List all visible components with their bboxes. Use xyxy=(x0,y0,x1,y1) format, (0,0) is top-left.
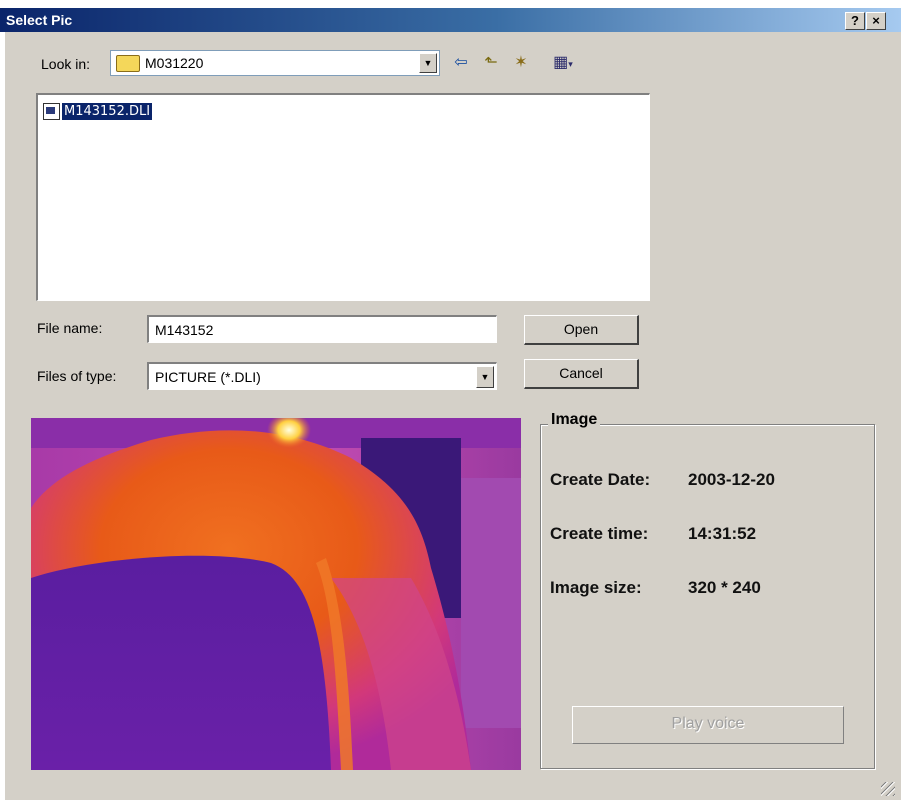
dli-file-icon xyxy=(43,102,60,120)
list-item[interactable]: M143152.DLI xyxy=(43,101,153,121)
file-type-value: PICTURE (*.DLI) xyxy=(155,369,261,385)
image-group-title: Image xyxy=(548,411,601,429)
file-name-label-text: File name: xyxy=(37,320,103,336)
look-in-label: Look in: xyxy=(41,56,91,72)
file-type-select[interactable]: PICTURE (*.DLI) ▼ xyxy=(147,362,497,390)
close-button[interactable]: × xyxy=(866,12,886,30)
open-button[interactable]: Open xyxy=(524,315,639,345)
file-name-value: M143152 xyxy=(155,322,214,338)
view-menu-glyph: ▦ xyxy=(553,54,569,71)
create-time-value: 14:31:52 xyxy=(688,524,757,543)
back-icon[interactable]: ⇦ xyxy=(449,52,473,74)
look-in-value: M031220 xyxy=(145,55,204,71)
file-name-label: M143152.DLI xyxy=(62,102,153,120)
create-time-label: Create time: xyxy=(550,524,649,543)
files-of-type-label: Files of type: xyxy=(37,368,117,384)
cancel-button[interactable]: Cancel xyxy=(524,359,639,389)
image-size-value: 320 * 240 xyxy=(688,578,761,597)
view-menu-icon[interactable]: ▦▾ xyxy=(545,52,581,74)
file-name-input[interactable]: M143152 xyxy=(147,315,497,343)
file-list[interactable]: M143152.DLI xyxy=(36,93,650,301)
new-folder-icon[interactable]: ✶ xyxy=(509,52,533,74)
image-size-label: Image size: xyxy=(550,578,642,597)
thermal-image-preview xyxy=(31,418,521,770)
title-bar[interactable]: Select Pic ? × xyxy=(0,8,901,32)
create-date-value: 2003-12-20 xyxy=(688,470,775,489)
up-folder-icon[interactable]: ⬑ xyxy=(479,52,503,74)
resize-grip-icon[interactable] xyxy=(881,782,895,796)
chevron-down-icon: ▼ xyxy=(423,58,433,68)
look-in-dropdown-button[interactable]: ▼ xyxy=(419,53,437,73)
help-button[interactable]: ? xyxy=(845,12,865,30)
play-voice-button[interactable]: Play voice xyxy=(572,706,844,744)
look-in-combo[interactable]: M031220 ▼ xyxy=(110,50,440,76)
create-date-label: Create Date: xyxy=(550,470,651,489)
folder-icon xyxy=(116,55,140,72)
dialog-title: Select Pic xyxy=(6,12,73,28)
chevron-down-icon: ▼ xyxy=(480,372,490,382)
file-type-dropdown-button[interactable]: ▼ xyxy=(476,366,494,388)
thermal-image xyxy=(31,418,521,770)
